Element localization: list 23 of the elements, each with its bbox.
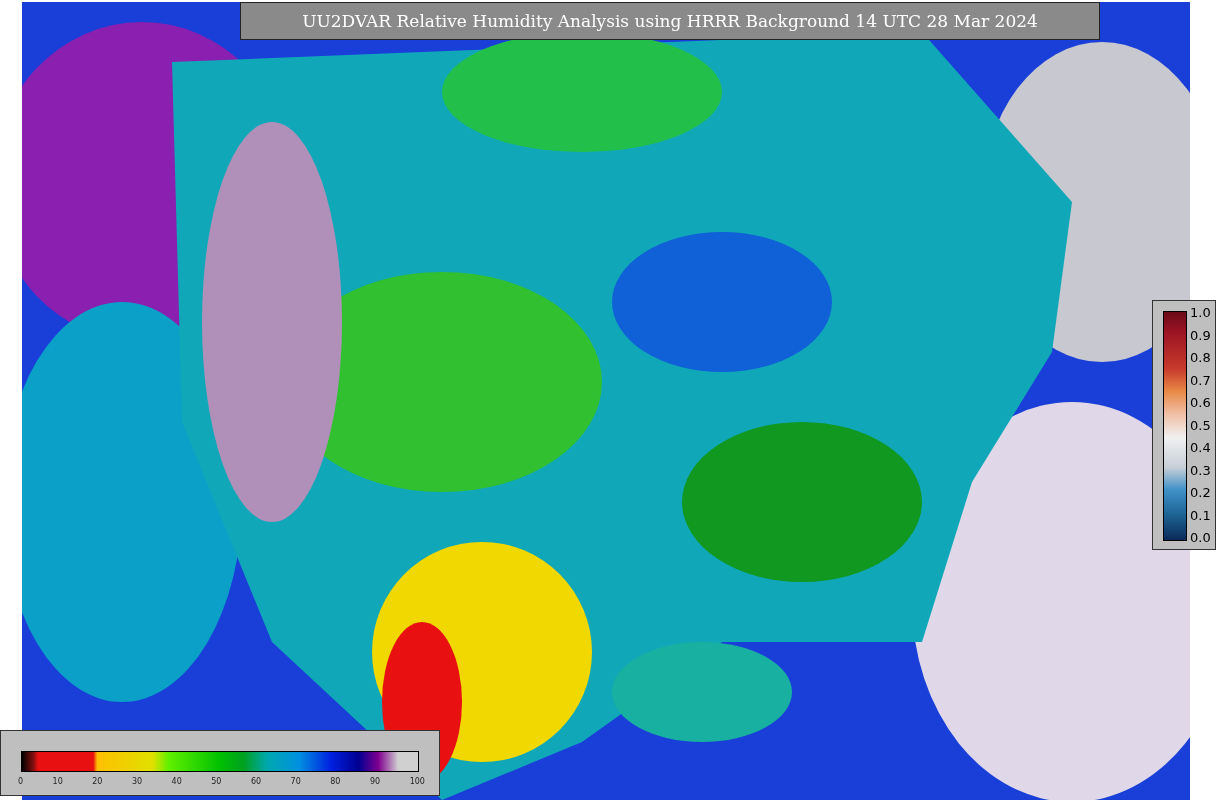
tick-label: 0.1 <box>1190 507 1211 523</box>
map-title: UU2DVAR Relative Humidity Analysis using HRRR Background 14 UTC 28 Mar 2024 <box>240 2 1100 40</box>
tick-label: 0.7 <box>1190 372 1211 388</box>
tick-label: 60 <box>250 777 262 786</box>
tick-label: 0.8 <box>1190 350 1211 365</box>
tick-label: 0.3 <box>1190 462 1211 478</box>
tick-label: 70 <box>290 777 301 786</box>
tick-label: 1.0 <box>1190 305 1211 320</box>
tick-label: 100 <box>409 777 425 786</box>
tick-label: 80 <box>330 777 341 786</box>
tick-label: 40 <box>171 777 182 786</box>
tick-label: 90 <box>369 777 381 786</box>
tick-label: 10 <box>52 777 63 786</box>
tick-label: 30 <box>131 777 143 786</box>
tick-label: 20 <box>92 777 103 786</box>
tick-label: 0.6 <box>1190 395 1211 410</box>
tick-label: 50 <box>211 777 222 786</box>
tick-label: 0.2 <box>1190 485 1211 500</box>
tick-label: 0.9 <box>1190 327 1211 343</box>
tick-label: 0.0 <box>1190 530 1211 545</box>
tick-label: 0 <box>18 777 24 786</box>
tick-label: 0.4 <box>1190 440 1211 455</box>
tick-label: 0.5 <box>1190 417 1211 433</box>
